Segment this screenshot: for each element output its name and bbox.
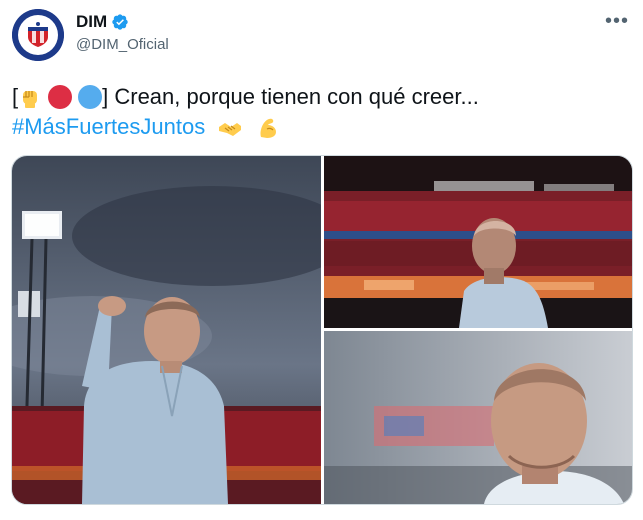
raised-fist-emoji — [23, 91, 38, 108]
photo-coach-stadium[interactable] — [324, 156, 632, 328]
verified-badge-icon — [112, 14, 128, 30]
photo-coach-closeup[interactable] — [324, 331, 632, 504]
tweet-line-2: #MásFuertesJuntos — [12, 112, 632, 142]
more-icon[interactable]: ••• — [605, 10, 629, 33]
author-handle[interactable]: @DIM_Oficial — [76, 36, 169, 53]
hashtag-link[interactable]: #MásFuertesJuntos — [12, 114, 205, 139]
dim-logo-icon — [12, 9, 64, 61]
handshake-emoji — [219, 123, 242, 137]
tweet-line-1: [ ] Crean, porque tienen con qué creer..… — [12, 82, 632, 112]
tweet-text: [ ] Crean, porque tienen con qué creer..… — [12, 82, 632, 142]
author-name-row[interactable]: DIM — [76, 12, 129, 32]
media-grid — [11, 155, 633, 505]
avatar[interactable] — [12, 9, 64, 61]
author-name[interactable]: DIM — [76, 12, 107, 32]
tweet-main-text: ] Crean, porque tienen con qué creer... — [102, 84, 479, 109]
photo-coach-saluting[interactable] — [12, 156, 321, 504]
red-circle-emoji — [48, 85, 73, 109]
blue-circle-emoji — [78, 85, 103, 109]
flexed-biceps-emoji — [260, 118, 277, 139]
